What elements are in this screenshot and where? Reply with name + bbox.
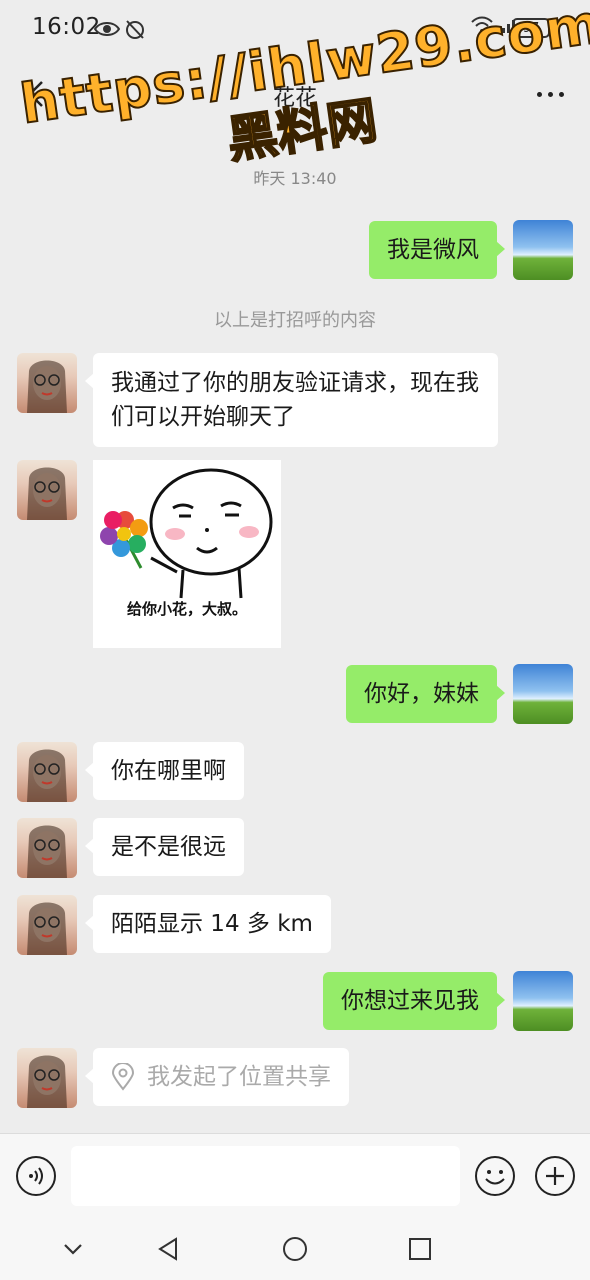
chat-header: 花花 xyxy=(0,58,590,130)
emoji-icon[interactable] xyxy=(475,1156,515,1196)
location-share-label: 我发起了位置共享 xyxy=(147,1064,331,1090)
eye-icon xyxy=(94,18,120,40)
contact-avatar[interactable] xyxy=(17,895,77,955)
status-time: 16:02 xyxy=(32,14,101,40)
message-bubble-incoming[interactable]: 我通过了你的朋友验证请求，现在我们可以开始聊天了 xyxy=(85,353,498,447)
wifi-icon xyxy=(471,16,493,33)
chevron-down-icon[interactable] xyxy=(58,1234,88,1264)
message-bubble-incoming[interactable]: 陌陌显示 14 多 km xyxy=(85,895,331,953)
message-input-bar xyxy=(0,1133,590,1218)
system-nav-bar xyxy=(0,1218,590,1280)
back-triangle-icon[interactable] xyxy=(153,1234,183,1264)
contact-avatar[interactable] xyxy=(17,818,77,878)
battery-level: 97 xyxy=(522,20,540,36)
contact-avatar[interactable] xyxy=(17,742,77,802)
system-notice: 以上是打招呼的内容 xyxy=(214,310,376,331)
message-timestamp: 昨天 13:40 xyxy=(253,169,337,188)
message-bubble-incoming[interactable]: 你在哪里啊 xyxy=(85,742,244,800)
contact-avatar[interactable] xyxy=(17,353,77,413)
more-options-icon[interactable] xyxy=(537,92,564,97)
plus-icon[interactable] xyxy=(535,1156,575,1196)
contact-avatar[interactable] xyxy=(17,1048,77,1108)
alarm-off-icon xyxy=(124,18,146,40)
contact-avatar[interactable] xyxy=(17,460,77,520)
battery-icon: 97 xyxy=(512,18,553,38)
voice-icon[interactable] xyxy=(16,1156,56,1196)
message-input[interactable] xyxy=(71,1146,460,1206)
my-avatar[interactable] xyxy=(513,971,573,1031)
message-bubble-outgoing[interactable]: 你想过来见我 xyxy=(323,972,505,1030)
message-bubble-outgoing[interactable]: 你好，妹妹 xyxy=(346,665,505,723)
my-avatar[interactable] xyxy=(513,664,573,724)
home-circle-icon[interactable] xyxy=(280,1234,310,1264)
location-share-message[interactable]: 我发起了位置共享 xyxy=(85,1048,349,1106)
message-bubble-incoming[interactable]: 是不是很远 xyxy=(85,818,244,876)
sticker-message[interactable]: 给你小花，大叔。 xyxy=(93,460,281,648)
sticker-caption: 给你小花，大叔。 xyxy=(126,600,247,618)
my-avatar[interactable] xyxy=(513,220,573,280)
location-pin-icon xyxy=(111,1063,135,1091)
sticker-face-with-flower-icon xyxy=(100,468,273,599)
message-bubble-outgoing[interactable]: 我是微风 xyxy=(369,221,505,279)
status-bar: 16:02 97 xyxy=(0,0,590,58)
chat-title: 花花 xyxy=(272,86,317,111)
recents-square-icon[interactable] xyxy=(405,1234,435,1264)
